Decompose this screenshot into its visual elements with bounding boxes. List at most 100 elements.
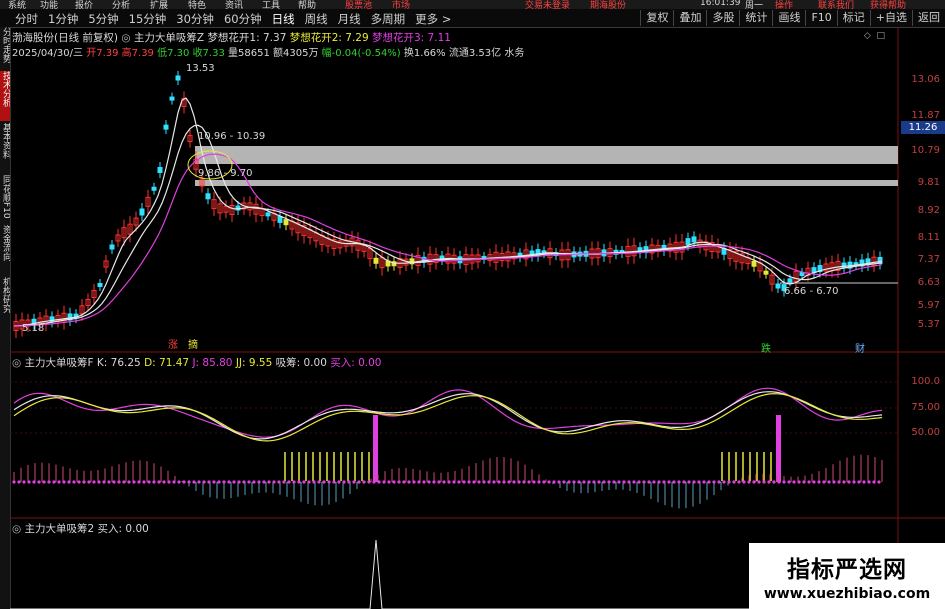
- zero-line-dot: [172, 480, 176, 484]
- zero-line-dot: [717, 480, 721, 484]
- zero-line-dot: [657, 480, 661, 484]
- zero-line-dot: [312, 480, 316, 484]
- zero-line-dot: [832, 480, 836, 484]
- candle-body: [799, 272, 805, 276]
- watermark-line2: www.xuezhibiao.com: [763, 586, 931, 602]
- zero-line-dot: [877, 480, 881, 484]
- candle-body: [283, 219, 289, 226]
- zero-line-dot: [357, 480, 361, 484]
- buy-toggle-icon[interactable]: ◎: [12, 523, 21, 535]
- zero-line-dot: [187, 480, 191, 484]
- zero-line-dot: [322, 480, 326, 484]
- kdj-indicator-name[interactable]: 主力大单吸筹F: [25, 357, 94, 369]
- zero-line-dot: [327, 480, 331, 484]
- zero-line-dot: [87, 480, 91, 484]
- zero-line-dot: [267, 480, 271, 484]
- price-axis-tick: 8.92: [917, 205, 940, 216]
- zero-line-dot: [257, 480, 261, 484]
- candle-body: [151, 186, 157, 191]
- ann-gap1: 10.96 - 10.39: [198, 131, 266, 142]
- zero-line-dot: [527, 480, 531, 484]
- candle-body: [97, 283, 103, 287]
- zero-line-dot: [252, 480, 256, 484]
- zero-line-dot: [512, 480, 516, 484]
- zero-line-dot: [597, 480, 601, 484]
- zero-line-dot: [242, 480, 246, 484]
- price-axis-tick: 6.63: [917, 277, 940, 288]
- zero-line-dot: [587, 480, 591, 484]
- candle-body: [175, 75, 181, 81]
- zero-line-dot: [872, 480, 876, 484]
- zero-line-dot: [547, 480, 551, 484]
- zero-line-dot: [282, 480, 286, 484]
- zero-line-dot: [147, 480, 151, 484]
- zero-line-dot: [107, 480, 111, 484]
- zero-line-dot: [372, 480, 376, 484]
- zero-line-dot: [367, 480, 371, 484]
- candle-body: [157, 167, 163, 173]
- buy-signal-1: [373, 415, 378, 482]
- gap-band-2: [195, 180, 898, 186]
- ann-low-start: 5.18: [22, 323, 45, 334]
- zero-line-dot: [422, 480, 426, 484]
- candle-body: [265, 212, 271, 217]
- zero-line-dot: [652, 480, 656, 484]
- tag-news[interactable]: 摘: [188, 336, 198, 351]
- zero-line-dot: [857, 480, 861, 484]
- zero-line-dot: [517, 480, 521, 484]
- zero-line-dot: [562, 480, 566, 484]
- zero-line-dot: [532, 480, 536, 484]
- zero-line-dot: [537, 480, 541, 484]
- tag-down[interactable]: 跌: [761, 340, 771, 355]
- zero-line-dot: [787, 480, 791, 484]
- tag-up[interactable]: 涨: [168, 336, 178, 351]
- chart-canvas: [10, 27, 945, 609]
- zero-line-dot: [772, 480, 776, 484]
- zero-line-dot: [122, 480, 126, 484]
- zero-line-dot: [197, 480, 201, 484]
- ann-high: 13.53: [186, 63, 215, 74]
- price-axis-tick: 13.06: [911, 74, 940, 85]
- zero-line-dot: [757, 480, 761, 484]
- zero-line-dot: [607, 480, 611, 484]
- buy-indicator-name[interactable]: 主力大单吸筹2: [25, 523, 95, 535]
- zero-line-dot: [592, 480, 596, 484]
- price-axis-tick: 7.37: [917, 254, 940, 265]
- candle-body: [691, 236, 697, 243]
- kdj-jj: JJ: 9.55: [235, 357, 273, 369]
- tag-fin[interactable]: 财: [855, 340, 865, 355]
- zero-line-dot: [472, 480, 476, 484]
- buy-pane-header: ◎ 主力大单吸筹2 买入: 0.00: [12, 521, 149, 536]
- kdj-toggle-icon[interactable]: ◎: [12, 357, 21, 369]
- zero-line-dot: [417, 480, 421, 484]
- zero-line-dot: [672, 480, 676, 484]
- zero-line-dot: [352, 480, 356, 484]
- kdj-axis-tick: 75.00: [911, 402, 940, 413]
- zero-line-dot: [17, 480, 21, 484]
- zero-line-dot: [272, 480, 276, 484]
- zero-line-dot: [722, 480, 726, 484]
- zero-line-dot: [432, 480, 436, 484]
- gap-band-1: [195, 146, 898, 164]
- zero-line-dot: [847, 480, 851, 484]
- zero-line-dot: [577, 480, 581, 484]
- zero-line-dot: [507, 480, 511, 484]
- kdj-k: K: 76.25: [96, 357, 141, 369]
- zero-line-dot: [337, 480, 341, 484]
- zero-line-dot: [82, 480, 86, 484]
- zero-line-dot: [142, 480, 146, 484]
- zero-line-dot: [112, 480, 116, 484]
- candle-body: [163, 124, 169, 130]
- zero-line-dot: [182, 480, 186, 484]
- zero-line-dot: [317, 480, 321, 484]
- zero-line-dot: [732, 480, 736, 484]
- zero-line-dot: [72, 480, 76, 484]
- zero-line-dot: [502, 480, 506, 484]
- zero-line-dot: [57, 480, 61, 484]
- zero-line-dot: [167, 480, 171, 484]
- zero-line-dot: [137, 480, 141, 484]
- zero-line-dot: [682, 480, 686, 484]
- zero-line-dot: [632, 480, 636, 484]
- zero-line-dot: [202, 480, 206, 484]
- price-axis-tick: 5.37: [917, 319, 940, 330]
